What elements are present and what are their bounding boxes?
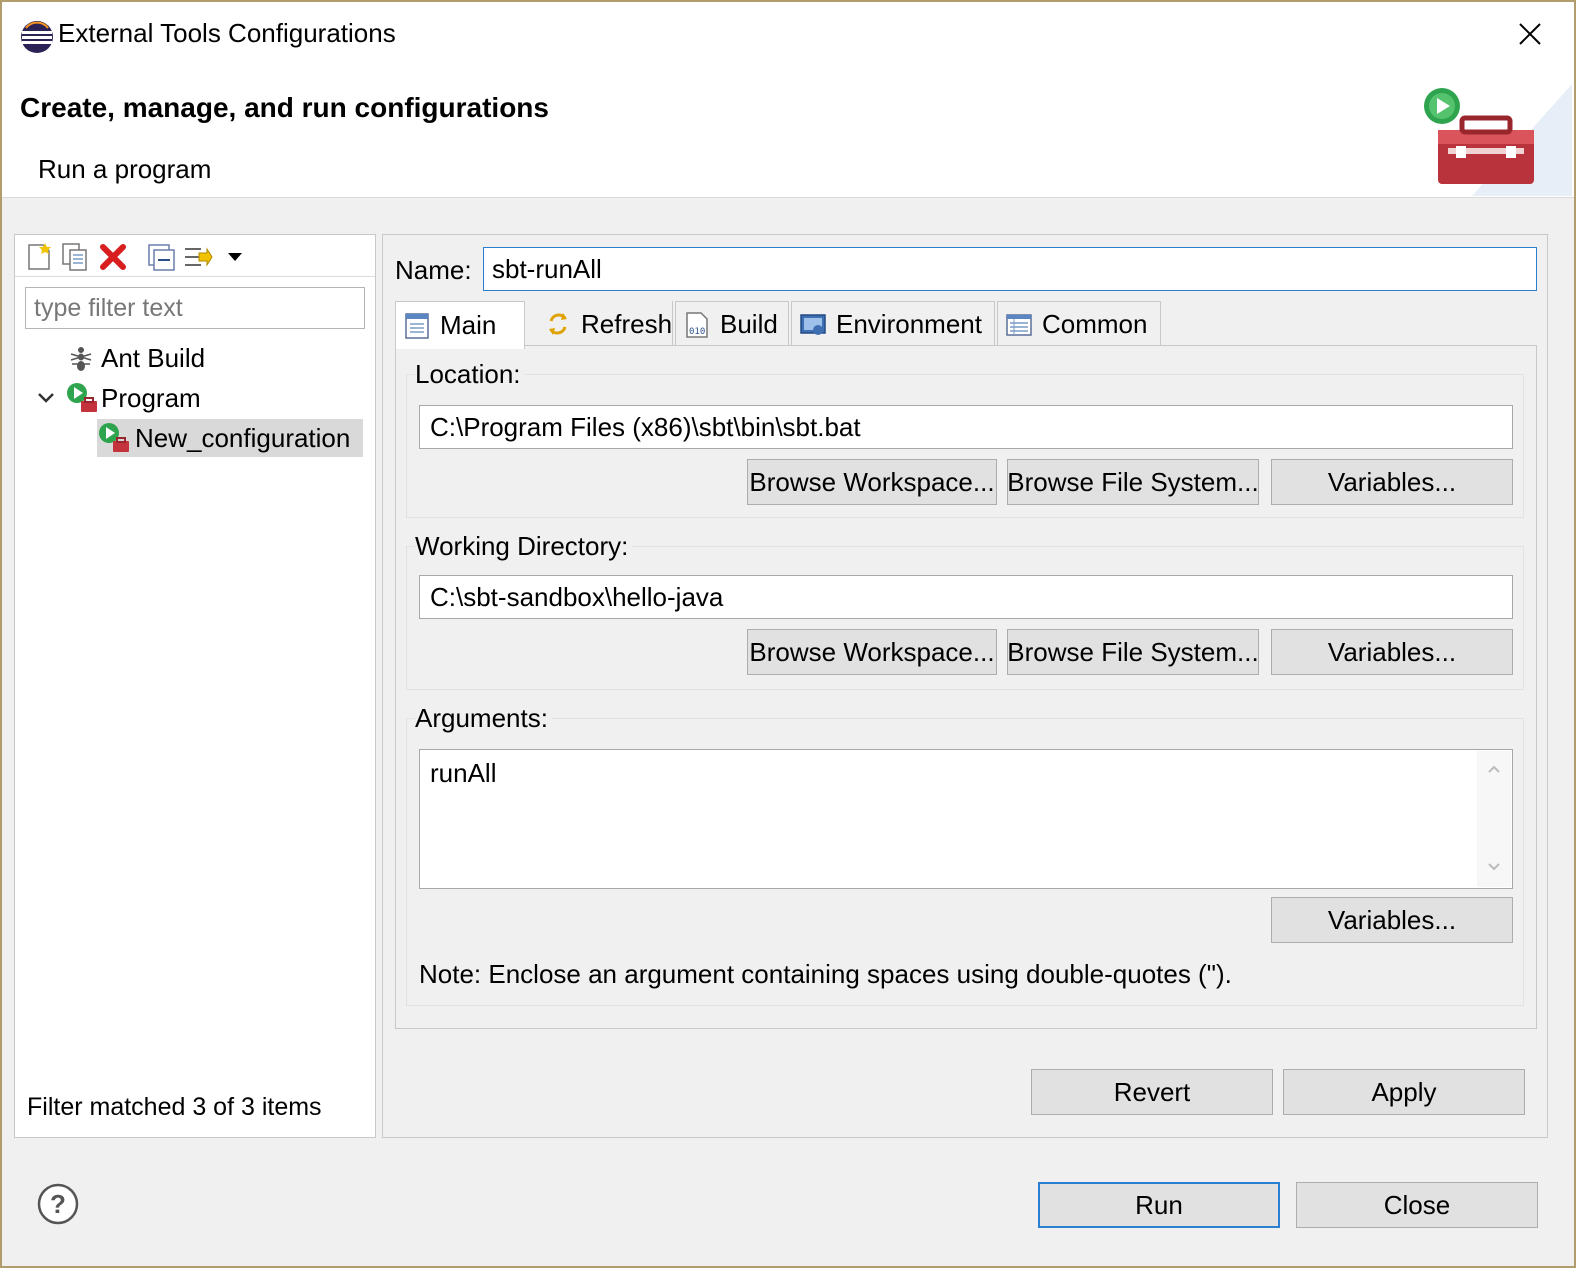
- location-browse-workspace-button[interactable]: Browse Workspace...: [747, 459, 997, 505]
- tab-main[interactable]: Main: [395, 301, 525, 349]
- header-title: Create, manage, and run configurations: [20, 92, 549, 123]
- scroll-down-icon[interactable]: [1486, 861, 1502, 873]
- tab-refresh[interactable]: Refresh: [537, 301, 673, 347]
- arguments-scrollbar[interactable]: [1477, 751, 1511, 887]
- common-icon: [1006, 313, 1032, 336]
- duplicate-icon[interactable]: [59, 241, 91, 273]
- main-tab-content: Location: Browse Workspace... Browse Fil…: [395, 345, 1537, 1029]
- configuration-editor-panel: Name: Main Refres: [382, 234, 1548, 1138]
- filter-input[interactable]: [25, 287, 365, 329]
- program-config-icon: [99, 423, 129, 452]
- toolbox-run-icon: [1424, 84, 1572, 196]
- working-directory-label: Working Directory:: [415, 531, 633, 562]
- svg-text:?: ?: [50, 1189, 66, 1219]
- revert-button[interactable]: Revert: [1031, 1069, 1273, 1115]
- view-menu-icon[interactable]: [225, 241, 245, 273]
- arguments-variables-button[interactable]: Variables...: [1271, 897, 1513, 943]
- close-button[interactable]: Close: [1296, 1182, 1538, 1228]
- location-variables-button[interactable]: Variables...: [1271, 459, 1513, 505]
- left-toolbar: [15, 235, 375, 277]
- svg-text:010: 010: [689, 327, 705, 337]
- chevron-down-icon[interactable]: [35, 387, 57, 409]
- tab-label: Build: [720, 309, 778, 339]
- filter-icon[interactable]: [181, 241, 213, 273]
- workdir-variables-button[interactable]: Variables...: [1271, 629, 1513, 675]
- location-input[interactable]: [419, 405, 1513, 449]
- environment-icon: [800, 313, 826, 335]
- delete-icon[interactable]: [97, 241, 129, 273]
- tree-item-new-configuration[interactable]: New_configuration: [97, 419, 363, 457]
- header-subtitle: Run a program: [38, 154, 212, 184]
- tab-label: Main: [440, 310, 497, 340]
- run-button[interactable]: Run: [1038, 1182, 1280, 1228]
- tree-item-program[interactable]: Program: [35, 379, 201, 417]
- tree-item-label: Program: [101, 382, 201, 413]
- arguments-note: Note: Enclose an argument containing spa…: [419, 959, 1232, 989]
- workdir-browse-filesystem-button[interactable]: Browse File System...: [1007, 629, 1259, 675]
- arguments-label: Arguments:: [415, 703, 552, 734]
- workdir-browse-workspace-button[interactable]: Browse Workspace...: [747, 629, 997, 675]
- tree-item-label: Ant Build: [101, 342, 206, 373]
- tab-label: Environment: [836, 309, 982, 339]
- name-label: Name:: [395, 255, 472, 285]
- tab-label: Common: [1042, 309, 1148, 339]
- location-browse-filesystem-button[interactable]: Browse File System...: [1007, 459, 1259, 505]
- arguments-group: Arguments: runAll Variables... Note: Enc…: [406, 703, 1524, 1006]
- scroll-up-icon[interactable]: [1486, 763, 1502, 775]
- working-directory-group: Working Directory: Browse Workspace... B…: [406, 531, 1524, 690]
- main-tab-icon: [405, 312, 429, 339]
- arguments-textarea[interactable]: runAll: [419, 749, 1513, 889]
- tab-environment[interactable]: Environment: [791, 301, 995, 347]
- tab-build[interactable]: 010 Build: [675, 301, 789, 347]
- collapse-all-icon[interactable]: [145, 241, 177, 273]
- eclipse-icon: [21, 21, 53, 53]
- working-directory-input[interactable]: [419, 575, 1513, 619]
- help-icon[interactable]: ?: [36, 1182, 80, 1226]
- tab-label: Refresh: [581, 308, 673, 339]
- apply-button[interactable]: Apply: [1283, 1069, 1525, 1115]
- new-config-icon[interactable]: [23, 241, 55, 273]
- location-label: Location:: [415, 359, 525, 390]
- tree-item-label: New_configuration: [135, 422, 351, 453]
- configuration-list-panel: Ant Build Program New_configuration: [14, 234, 376, 1138]
- program-icon: [67, 383, 97, 412]
- refresh-icon: [549, 313, 567, 335]
- close-icon[interactable]: [1510, 14, 1550, 54]
- window-title: External Tools Configurations: [58, 18, 396, 48]
- name-input[interactable]: [483, 247, 1537, 291]
- dialog-header: Create, manage, and run configurations R…: [2, 70, 1574, 198]
- location-group: Location: Browse Workspace... Browse Fil…: [406, 359, 1524, 518]
- tab-common[interactable]: Common: [997, 301, 1161, 347]
- filter-status: Filter matched 3 of 3 items: [27, 1093, 322, 1121]
- tree-item-ant-build[interactable]: Ant Build: [67, 339, 205, 377]
- dialog-window: External Tools Configurations Create, ma…: [0, 0, 1576, 1268]
- ant-icon: [70, 347, 92, 371]
- title-bar: External Tools Configurations: [2, 2, 1574, 70]
- build-icon: 010: [686, 311, 708, 338]
